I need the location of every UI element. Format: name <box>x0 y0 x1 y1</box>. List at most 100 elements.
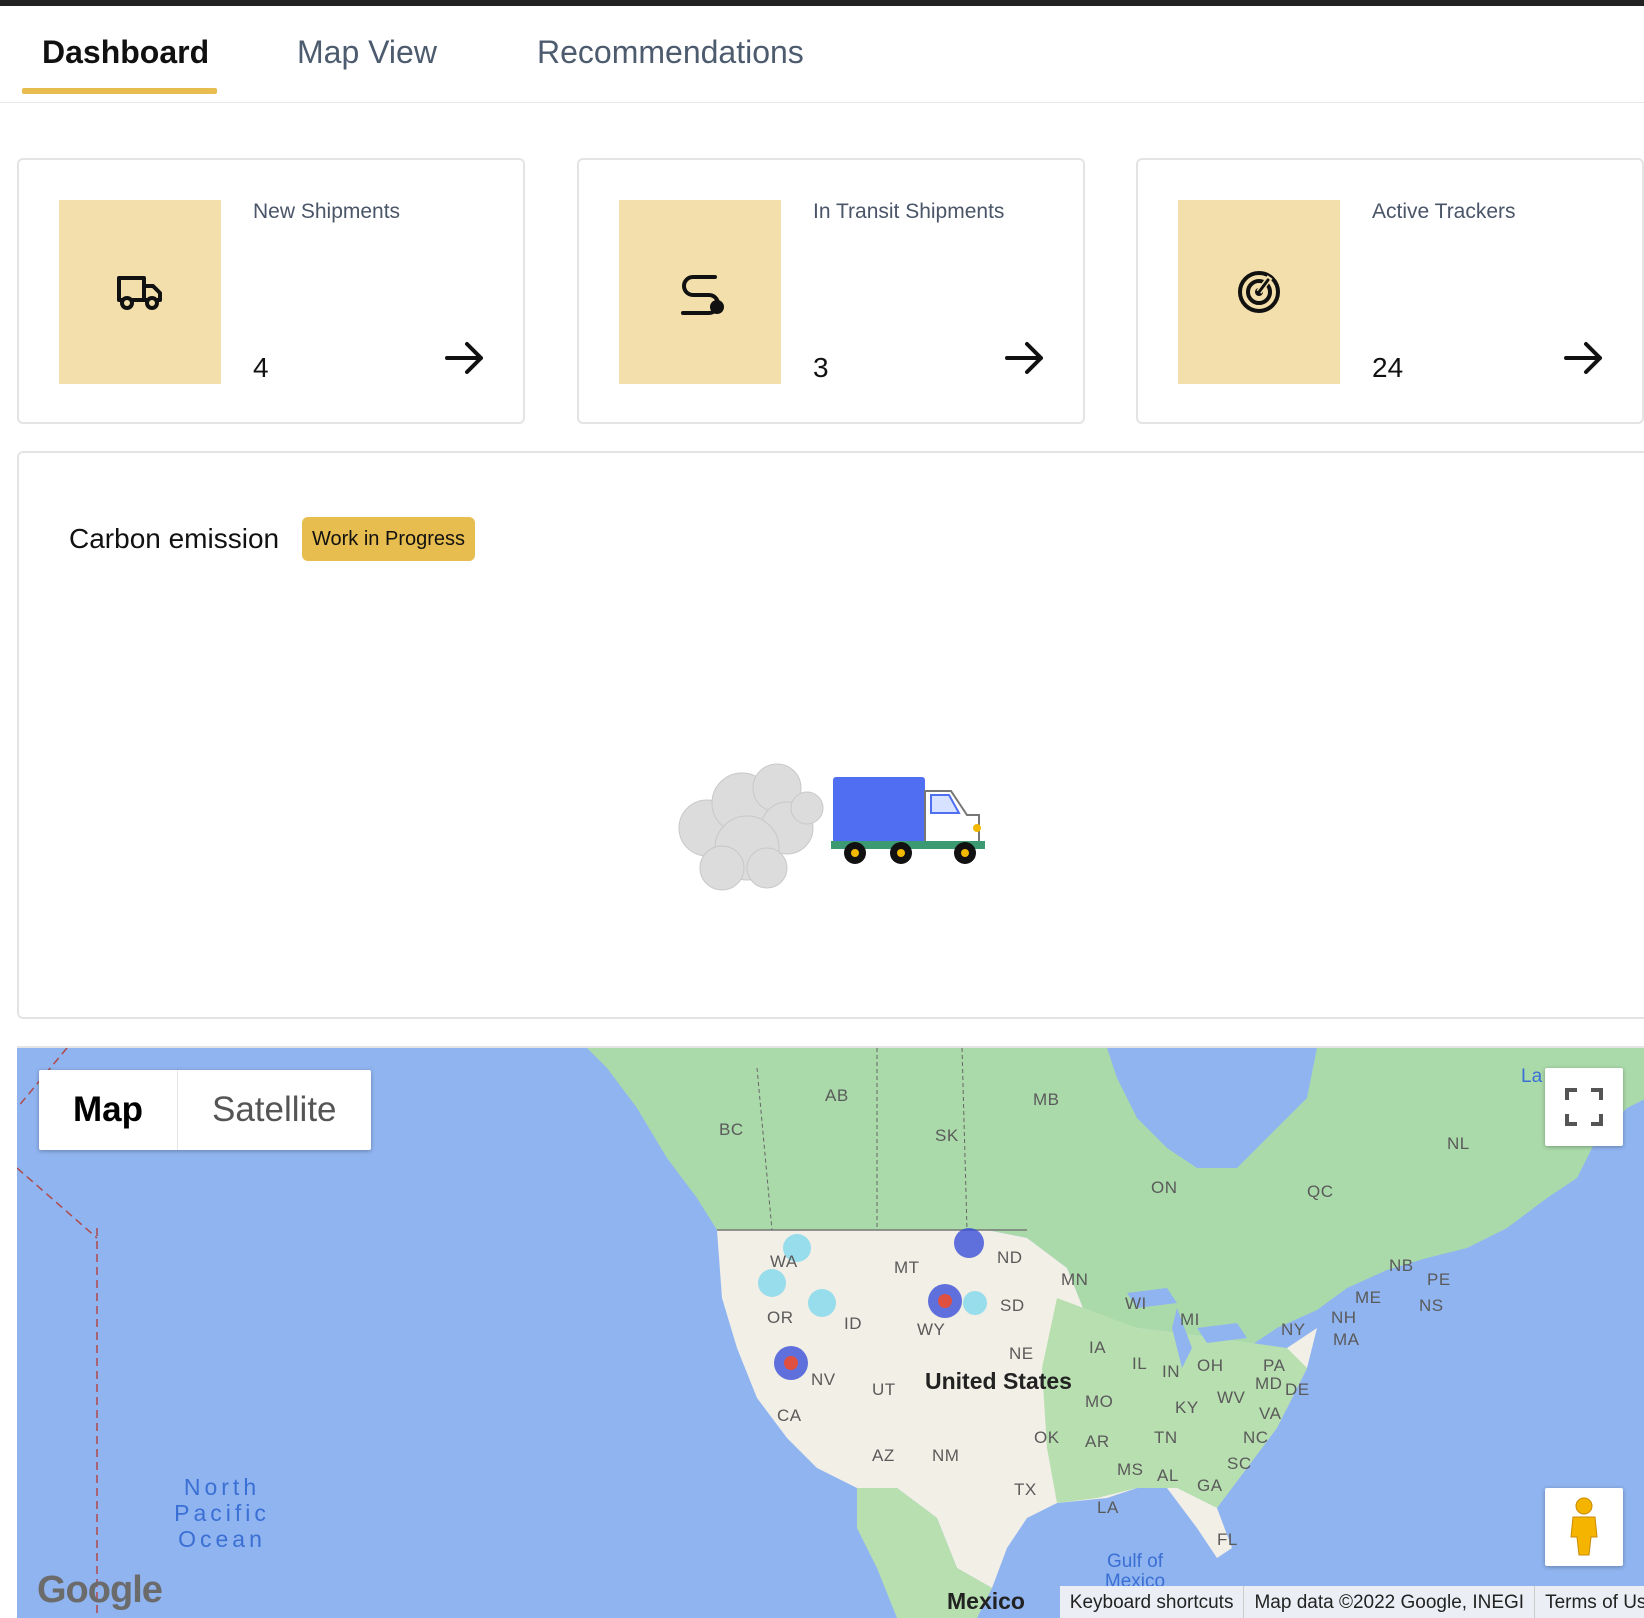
map-label: GA <box>1197 1476 1223 1495</box>
map-data-attribution: Map data ©2022 Google, INEGI <box>1243 1586 1534 1618</box>
heatmap-spot <box>954 1228 984 1258</box>
arrow-right-icon[interactable] <box>1003 336 1047 380</box>
arrow-right-icon[interactable] <box>1562 336 1606 380</box>
map-label: OR <box>767 1308 794 1327</box>
map-label: AZ <box>872 1446 895 1465</box>
status-badge: Work in Progress <box>302 517 476 561</box>
map-footer: Keyboard shortcuts Map data ©2022 Google… <box>1059 1586 1644 1618</box>
heatmap-spot <box>758 1269 786 1297</box>
heatmap-spot <box>808 1289 836 1317</box>
map-label: IN <box>1162 1362 1180 1381</box>
google-logo: Google <box>37 1569 163 1611</box>
map-label: NS <box>1419 1296 1444 1315</box>
card-active-trackers: Active Trackers 24 <box>1136 158 1644 424</box>
map-label: MO <box>1085 1392 1114 1411</box>
tab-recommendations[interactable]: Recommendations <box>537 34 804 71</box>
map-label: KY <box>1175 1398 1199 1417</box>
map-label: TN <box>1154 1428 1178 1447</box>
map-label: NM <box>932 1446 960 1465</box>
tab-bar: Dashboard Map View Recommendations <box>0 6 1644 103</box>
active-tab-indicator <box>22 88 217 94</box>
map-label: NB <box>1389 1256 1414 1275</box>
map-label: AL <box>1157 1466 1179 1485</box>
map-label: QC <box>1307 1182 1334 1201</box>
carbon-emission-panel: Carbon emission Work in Progress <box>17 451 1644 1019</box>
radar-icon <box>1238 271 1280 313</box>
map-label: PA <box>1263 1356 1286 1375</box>
route-icon <box>681 275 724 315</box>
tab-map-view[interactable]: Map View <box>297 34 437 71</box>
map-label: PE <box>1427 1270 1451 1289</box>
map-view[interactable]: Map Satellite AB BC SK MB ON QC NL NB PE… <box>17 1046 1644 1618</box>
heatmap-spot <box>963 1291 987 1315</box>
country-label: United States <box>925 1368 1072 1394</box>
pegman-icon <box>1570 1497 1598 1556</box>
card-new-shipments: New Shipments 4 <box>17 158 525 424</box>
terms-of-use-link[interactable]: Terms of Use <box>1534 1586 1644 1618</box>
map-type-control: Map Satellite <box>39 1070 371 1150</box>
card-icon-box <box>619 200 781 384</box>
map-label: OK <box>1034 1428 1060 1447</box>
card-in-transit-shipments: In Transit Shipments 3 <box>577 158 1085 424</box>
map-label: WY <box>917 1320 946 1339</box>
map-label: WV <box>1217 1388 1246 1407</box>
mexico-label: Mexico <box>947 1588 1025 1614</box>
map-label: MS <box>1117 1460 1144 1479</box>
map-label: ID <box>844 1314 862 1333</box>
smoke-cloud <box>678 763 824 891</box>
map-label: NY <box>1281 1320 1306 1339</box>
map-label: CA <box>777 1406 802 1425</box>
tab-dashboard[interactable]: Dashboard <box>42 34 209 71</box>
card-title: In Transit Shipments <box>813 200 1005 223</box>
map-label: IA <box>1089 1338 1107 1357</box>
map-label: VA <box>1259 1404 1282 1423</box>
map-label: IL <box>1132 1354 1148 1373</box>
card-icon-box <box>1178 200 1340 384</box>
map-label: SK <box>935 1126 959 1145</box>
map-label: NC <box>1243 1428 1269 1447</box>
panel-title: Carbon emission <box>69 523 280 554</box>
ocean-label: North Pacific Ocean <box>174 1474 270 1552</box>
card-icon-box <box>59 200 221 384</box>
map-label: NH <box>1331 1308 1357 1327</box>
map-label: BC <box>719 1120 744 1139</box>
map-label: TX <box>1014 1480 1037 1499</box>
map-label: ME <box>1355 1288 1382 1307</box>
map-label: SC <box>1227 1454 1252 1473</box>
card-title: Active Trackers <box>1372 200 1516 223</box>
map-label: MT <box>894 1258 920 1277</box>
map-type-satellite-button[interactable]: Satellite <box>178 1070 371 1150</box>
map-label: DE <box>1285 1380 1310 1399</box>
map-label: ND <box>997 1248 1023 1267</box>
card-count: 4 <box>253 352 269 383</box>
map-label: MD <box>1255 1374 1283 1393</box>
fullscreen-icon <box>1565 1088 1603 1126</box>
map-label: MN <box>1061 1270 1089 1289</box>
map-label: ON <box>1151 1178 1178 1197</box>
fullscreen-button[interactable] <box>1545 1068 1623 1146</box>
map-label: NL <box>1447 1134 1470 1153</box>
water-label: La <box>1521 1066 1543 1087</box>
map-label: WA <box>770 1252 798 1271</box>
map-label: FL <box>1217 1530 1238 1549</box>
map-type-map-button[interactable]: Map <box>39 1070 178 1150</box>
emission-truck-illustration <box>678 763 985 891</box>
truck-cargo <box>833 777 925 843</box>
card-title: New Shipments <box>253 200 401 223</box>
map-label: MI <box>1180 1310 1200 1329</box>
map-label: NE <box>1009 1344 1034 1363</box>
map-label: MA <box>1333 1330 1360 1349</box>
map-label: WI <box>1125 1294 1147 1313</box>
map-label: AR <box>1085 1432 1110 1451</box>
map-label: UT <box>872 1380 896 1399</box>
map-label: OH <box>1197 1356 1224 1375</box>
truck-icon <box>117 276 162 310</box>
arrow-right-icon[interactable] <box>443 336 487 380</box>
map-label: NV <box>811 1370 836 1389</box>
map-label: MB <box>1033 1090 1060 1109</box>
map-label: AB <box>825 1086 849 1105</box>
street-view-pegman-button[interactable] <box>1545 1488 1623 1566</box>
keyboard-shortcuts-link[interactable]: Keyboard shortcuts <box>1060 1586 1244 1618</box>
map-label: SD <box>1000 1296 1025 1315</box>
map-label: LA <box>1097 1498 1119 1517</box>
